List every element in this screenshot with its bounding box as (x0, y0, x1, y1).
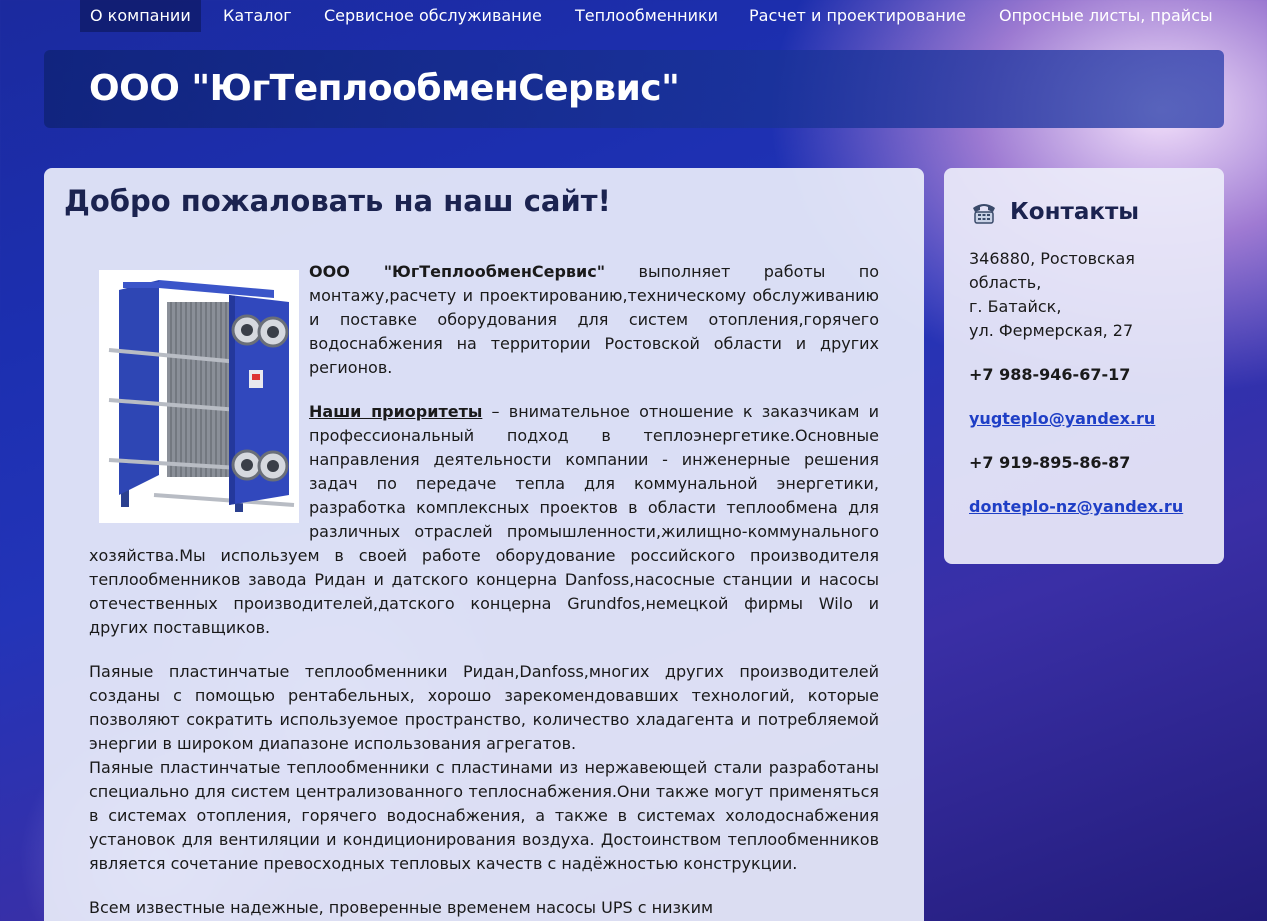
email-link-1[interactable]: yugteplo@yandex.ru (969, 407, 1155, 431)
address-line: г. Батайск, (969, 297, 1062, 316)
site-title[interactable]: ООО "ЮгТеплообменСервис" (89, 68, 680, 109)
priorities-link[interactable]: Наши приоритеты (309, 402, 482, 421)
email-link-2[interactable]: donteplo-nz@yandex.ru (969, 495, 1183, 519)
address-line: 346880, Ростовская область, (969, 249, 1135, 292)
address: 346880, Ростовская область, г. Батайск, … (969, 247, 1209, 343)
nav-item-calculation[interactable]: Расчет и проектирование (739, 0, 976, 32)
contacts-body: 346880, Ростовская область, г. Батайск, … (969, 247, 1209, 539)
pumps-text: Всем известные надежные, проверенные вре… (89, 898, 714, 917)
nav-item-service[interactable]: Сервисное обслуживание (314, 0, 552, 32)
top-navigation: О компании Каталог Сервисное обслуживани… (0, 0, 1267, 32)
main-content: Добро пожаловать на наш сайт! ООО "ЮгТеп… (44, 168, 924, 921)
phone-number-2: +7 919-895-86-87 (969, 453, 1131, 472)
brazed-text-2: Паяные пластинчатые теплообменники с пла… (89, 758, 879, 873)
telephone-icon (969, 198, 999, 226)
heat-exchanger-image (99, 270, 299, 523)
brazed-text-1: Паяные пластинчатые теплообменники Ридан… (89, 662, 879, 753)
page-title: Добро пожаловать на наш сайт! (64, 184, 611, 218)
nav-item-questionnaires[interactable]: Опросные листы, прайсы (989, 0, 1223, 32)
nav-item-about[interactable]: О компании (80, 0, 201, 32)
brazed-exchangers-paragraph: Паяные пластинчатые теплообменники Ридан… (89, 660, 879, 876)
pumps-paragraph: Всем известные надежные, проверенные вре… (89, 896, 879, 920)
article-body: ООО "ЮгТеплообменСервис" выполняет работ… (89, 260, 879, 921)
company-name: ООО "ЮгТеплообменСервис" (309, 262, 606, 281)
contacts-header: Контакты (969, 198, 1139, 226)
contacts-title: Контакты (1010, 199, 1140, 225)
nav-item-heat-exchangers[interactable]: Теплообменники (565, 0, 728, 32)
site-header: ООО "ЮгТеплообменСервис" (44, 50, 1224, 128)
nav-item-catalog[interactable]: Каталог (213, 0, 302, 32)
phone-number-1: +7 988-946-67-17 (969, 365, 1131, 384)
address-line: ул. Фермерская, 27 (969, 321, 1134, 340)
contacts-sidebar: Контакты 346880, Ростовская область, г. … (944, 168, 1224, 564)
